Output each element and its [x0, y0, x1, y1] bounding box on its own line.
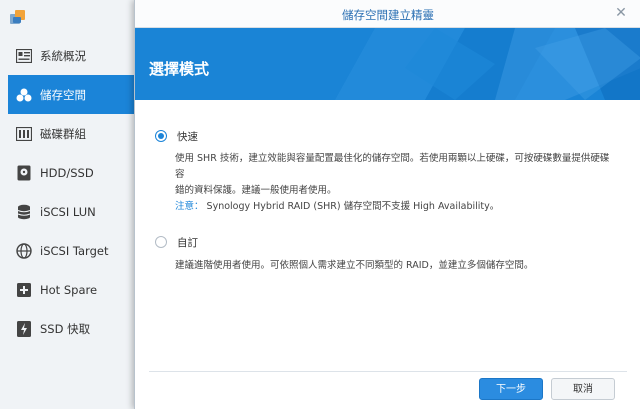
sidebar-item-hot-spare[interactable]: Hot Spare [0, 270, 136, 309]
sidebar-item-label: 系統概況 [40, 48, 86, 63]
quick-note: 注意： Synology Hybrid RAID (SHR) 儲存空間不支援 H… [175, 199, 615, 215]
footer-divider [149, 371, 627, 372]
sidebar: 系統概況 儲存空間 磁碟群組 HDD/SSD iSCSI LUN iSCSI T… [0, 0, 137, 409]
sidebar-item-hdd-ssd[interactable]: HDD/SSD [0, 153, 136, 192]
quick-radio[interactable] [155, 130, 167, 142]
note-label: 注意： [175, 201, 204, 212]
sidebar-item-disk-group[interactable]: 磁碟群組 [0, 114, 136, 153]
close-icon[interactable]: ✕ [613, 5, 629, 21]
sidebar-item-ssd-cache[interactable]: SSD 快取 [0, 309, 136, 348]
quick-desc-line2: 錯的資料保護。建議一般使用者使用。 [175, 185, 337, 196]
sidebar-item-label: iSCSI Target [40, 243, 109, 258]
custom-radio[interactable] [155, 236, 167, 248]
overview-icon [16, 48, 32, 64]
cancel-button[interactable]: 取消 [551, 378, 615, 400]
hot-spare-icon [16, 282, 32, 298]
dialog-titlebar: 儲存空間建立精靈 ✕ [135, 0, 640, 28]
banner-pattern [335, 28, 640, 100]
sidebar-item-label: iSCSI LUN [40, 204, 96, 219]
custom-description: 建議進階使用者使用。可依照個人需求建立不同類型的 RAID，並建立多個儲存空間。 [175, 258, 615, 274]
storage-wizard-dialog: 儲存空間建立精靈 ✕ 選擇模式 快速 使用 SHR 技術，建立效能與容量配置最佳… [134, 0, 640, 409]
target-icon [16, 242, 32, 259]
sidebar-item-overview[interactable]: 系統概況 [0, 36, 136, 75]
note-text: Synology Hybrid RAID (SHR) 儲存空間不支援 High … [203, 201, 500, 212]
ssd-cache-icon [16, 320, 32, 337]
sidebar-item-storage-pool[interactable]: 儲存空間 [8, 75, 136, 114]
storage-manager-logo-icon [10, 10, 25, 24]
disk-group-icon [16, 126, 32, 142]
wizard-banner: 選擇模式 [135, 28, 640, 100]
wizard-step-title: 選擇模式 [149, 60, 210, 78]
sidebar-item-label: 儲存空間 [40, 87, 86, 102]
sidebar-item-iscsi-lun[interactable]: iSCSI LUN [0, 192, 136, 231]
next-button[interactable]: 下一步 [479, 378, 543, 400]
custom-label: 自訂 [177, 237, 198, 249]
quick-description: 使用 SHR 技術，建立效能與容量配置最佳化的儲存空間。若使用兩顆以上硬碟，可按… [175, 151, 615, 215]
sidebar-item-label: Hot Spare [40, 282, 98, 297]
quick-desc-line1: 使用 SHR 技術，建立效能與容量配置最佳化的儲存空間。若使用兩顆以上硬碟，可按… [175, 153, 610, 180]
storage-pool-icon [16, 87, 32, 103]
sidebar-item-label: SSD 快取 [40, 321, 91, 336]
sidebar-header [0, 0, 136, 36]
dialog-title: 儲存空間建立精靈 [342, 8, 434, 22]
sidebar-item-iscsi-target[interactable]: iSCSI Target [0, 231, 136, 270]
sidebar-item-label: HDD/SSD [40, 165, 94, 180]
lun-icon [16, 204, 32, 220]
sidebar-item-label: 磁碟群組 [40, 126, 86, 141]
custom-desc-line1: 建議進階使用者使用。可依照個人需求建立不同類型的 RAID，並建立多個儲存空間。 [175, 260, 534, 271]
hdd-icon [16, 165, 32, 181]
quick-label: 快速 [177, 131, 198, 143]
